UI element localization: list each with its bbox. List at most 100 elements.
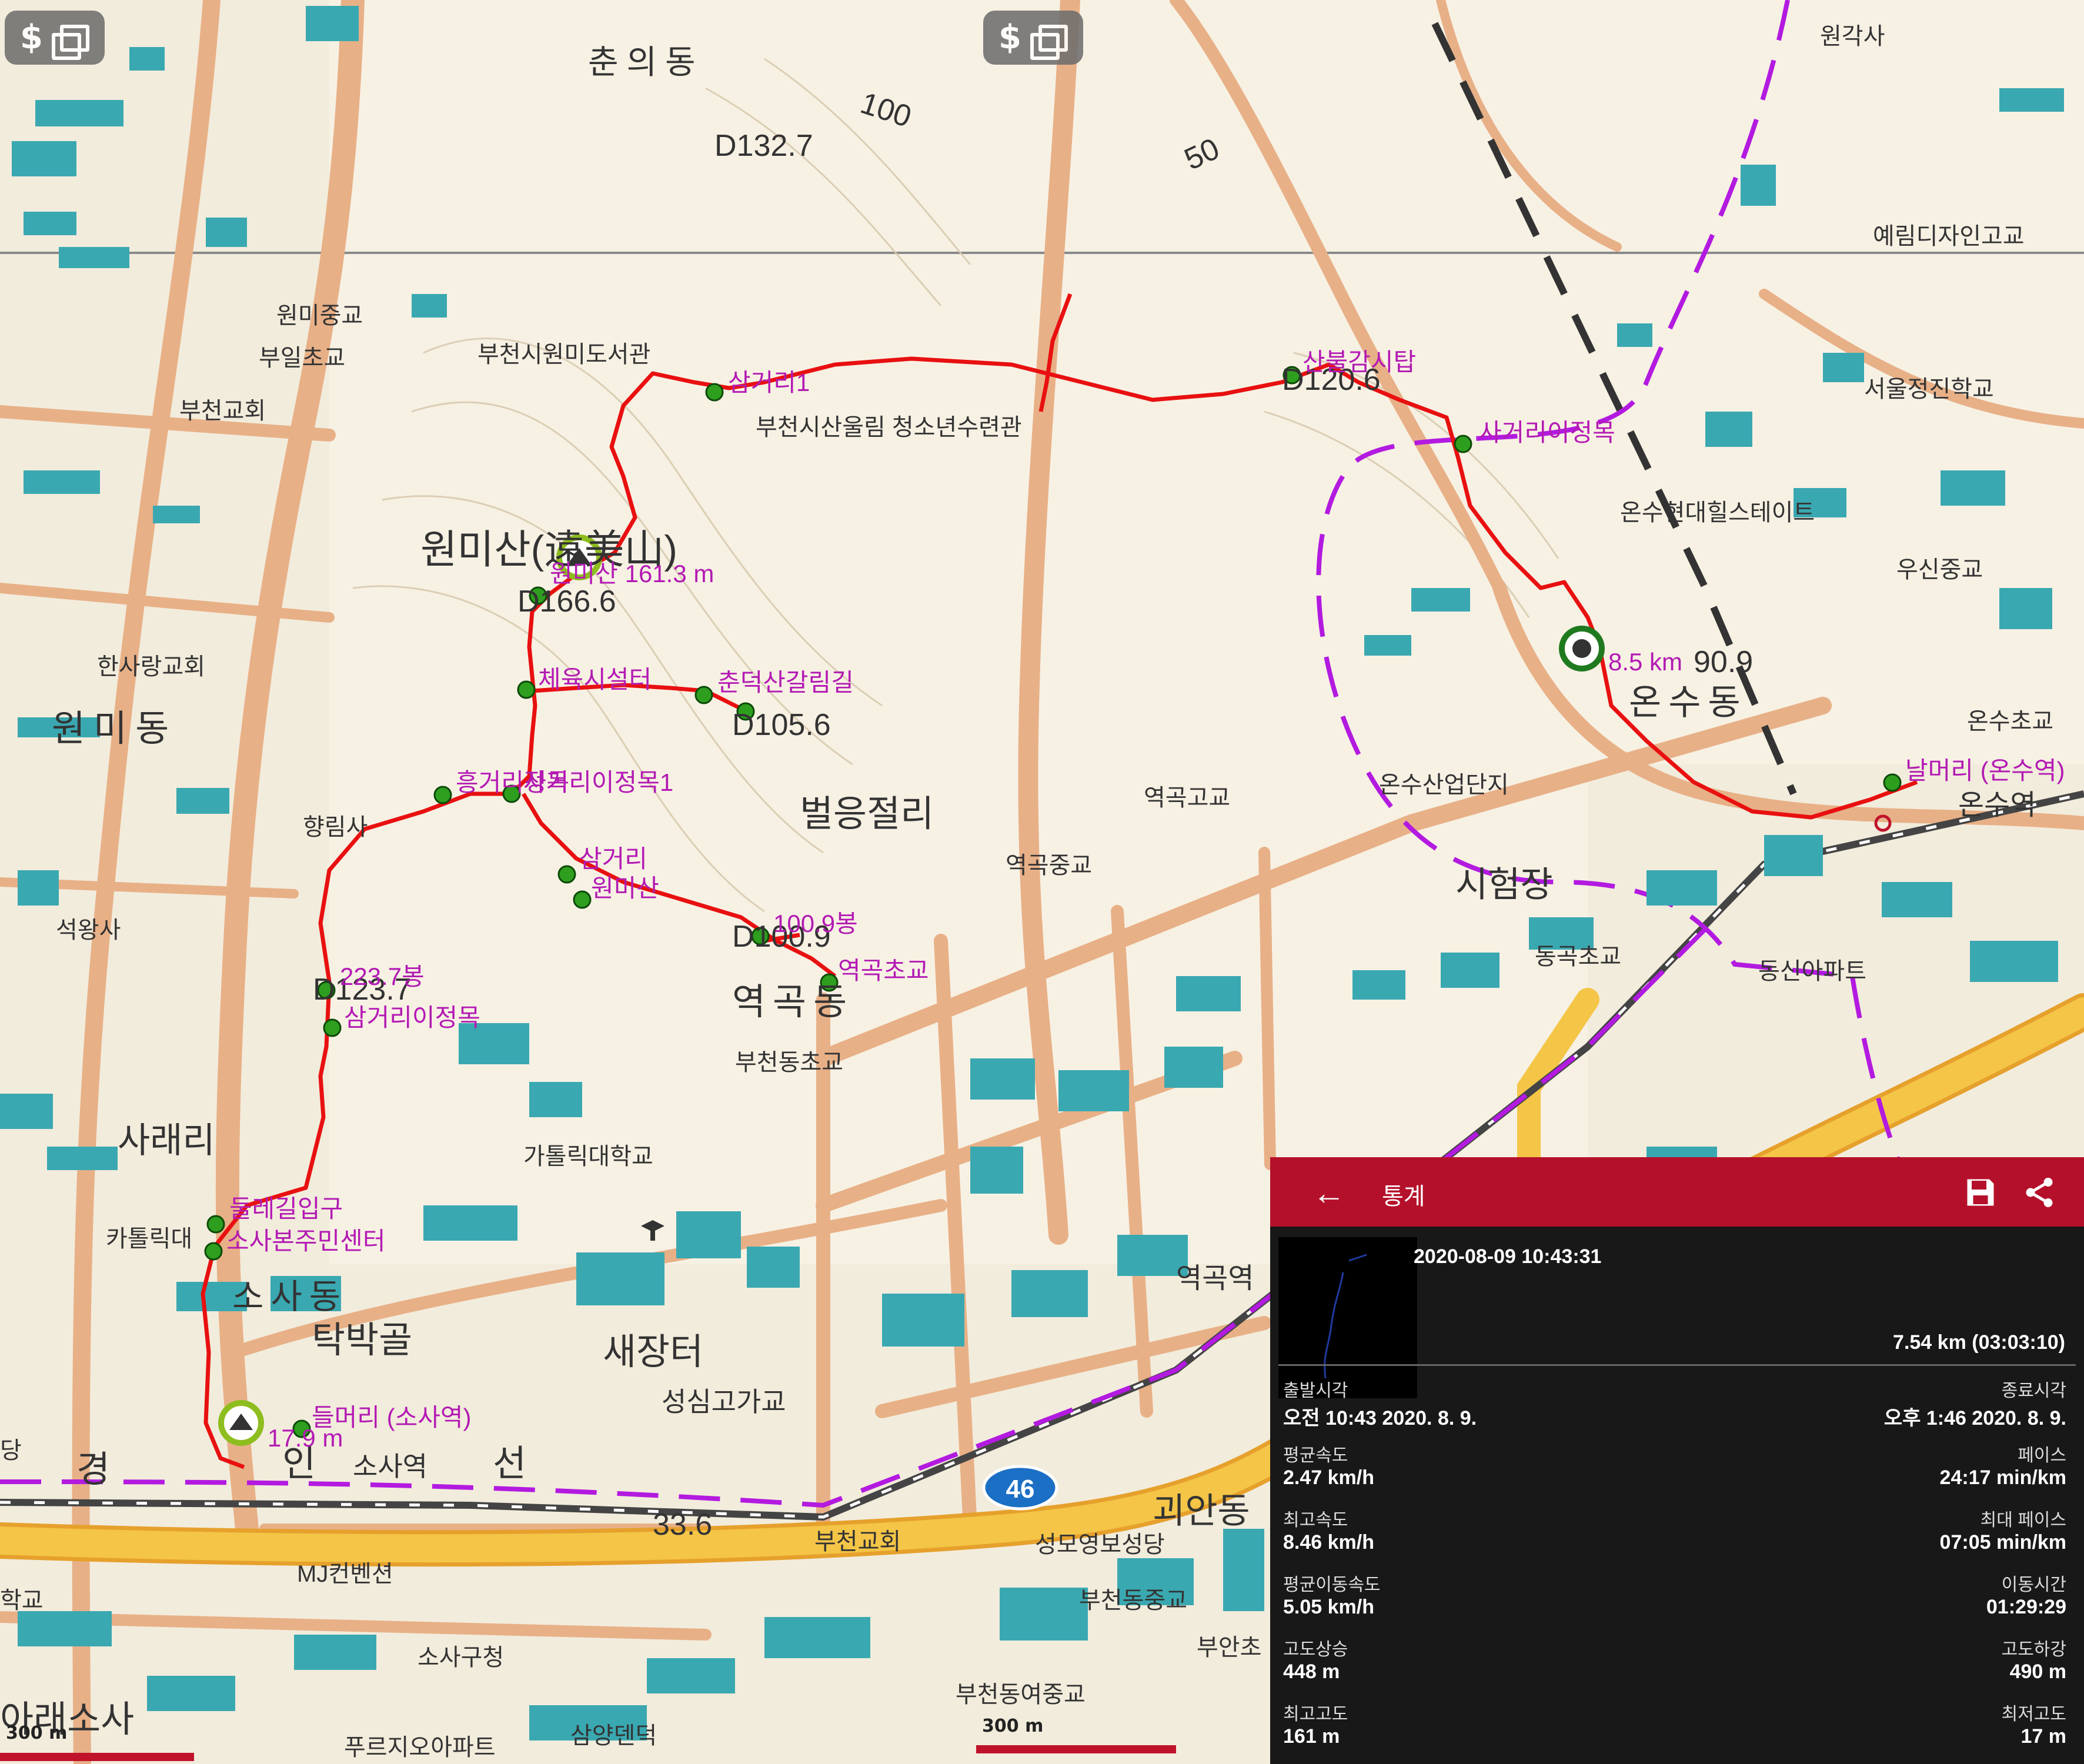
place-label: 괴안동 bbox=[1153, 1491, 1250, 1531]
stats-row: 최고고도 161 m 최저고도 17 m bbox=[1278, 1699, 2066, 1764]
stat-value: 17 m bbox=[2020, 1725, 2067, 1748]
stat-label: 고도상승 bbox=[1283, 1640, 1348, 1659]
place-label: 경 bbox=[76, 1449, 110, 1490]
stat-label: 이동시간 bbox=[2001, 1575, 2066, 1595]
stats-datetime: 2020-08-09 10:43:31 bbox=[1414, 1245, 1602, 1268]
divider bbox=[1278, 1364, 2076, 1366]
stat-value: 448 m bbox=[1283, 1661, 1340, 1683]
layers-icon-back bbox=[1038, 25, 1068, 52]
waypoint-label[interactable]: 날머리 (온수역) bbox=[1905, 757, 2065, 784]
stat-value: 07:05 min/km bbox=[1939, 1531, 2066, 1553]
waypoint-label[interactable]: 역곡초교 bbox=[838, 957, 929, 984]
waypoint-label[interactable]: 체육시설터 bbox=[538, 666, 652, 693]
poi-label: 학교 bbox=[0, 1588, 44, 1613]
stat-label: 출발시각 bbox=[1283, 1381, 1348, 1401]
stat-label: 고도하강 bbox=[2001, 1640, 2066, 1659]
poi-label: 동곡초교 bbox=[1535, 944, 1621, 970]
stat-label: 최고속도 bbox=[1283, 1511, 1348, 1530]
place-label: 새장터 bbox=[603, 1332, 703, 1372]
poi-label: 성심고가교 bbox=[662, 1387, 786, 1417]
stat-label: 최저고도 bbox=[2001, 1705, 2066, 1724]
poi-label: 온수역 bbox=[1958, 790, 2036, 821]
elevation-label: 90.9 bbox=[1694, 645, 1753, 679]
poi-label: 우신중교 bbox=[1896, 557, 1983, 583]
waypoint-label[interactable]: 둘레길입구 bbox=[229, 1195, 343, 1222]
waypoint-label[interactable]: 원미산 161.3 m bbox=[550, 560, 714, 587]
poi-label: 카톨릭대 bbox=[106, 1226, 192, 1252]
stat-value: 01:29:29 bbox=[1986, 1596, 2066, 1618]
stat-value: 5.05 km/h bbox=[1283, 1596, 1374, 1618]
waypoint-label[interactable]: 삼거리이정목 bbox=[344, 1004, 480, 1031]
poi-label: 온수현대힐스테이트 bbox=[1620, 500, 1815, 526]
place-label: 선 bbox=[493, 1444, 526, 1484]
waypoint-label[interactable]: 8.5 km bbox=[1608, 648, 1682, 676]
poi-label: 향림사 bbox=[303, 814, 368, 840]
waypoint-label[interactable]: 삼거리 bbox=[579, 845, 647, 873]
poi-label: 원미중교 bbox=[276, 303, 363, 329]
share-icon[interactable] bbox=[2022, 1175, 2057, 1210]
save-icon[interactable] bbox=[1963, 1175, 1998, 1210]
stat-label: 페이스 bbox=[2018, 1446, 2066, 1465]
place-label: 역곡동 bbox=[732, 982, 854, 1023]
waypoint-label[interactable]: 223.7봉 bbox=[340, 963, 425, 990]
elevation-label: D105.6 bbox=[732, 708, 831, 742]
poi-label: 원각사 bbox=[1820, 24, 1885, 49]
stat-value: 8.46 km/h bbox=[1283, 1531, 1374, 1553]
stat-label: 종료시각 bbox=[2001, 1381, 2066, 1401]
scale-label: 300 m bbox=[6, 1723, 68, 1743]
place-label: 벌응절리 bbox=[800, 794, 934, 834]
poi-label: 성모영보성당 bbox=[1035, 1532, 1165, 1558]
elevation-label: D132.7 bbox=[714, 129, 813, 163]
waypoint-label[interactable]: 사거리이정목 bbox=[1479, 419, 1615, 446]
stat-value: 오전 10:43 2020. 8. 9. bbox=[1283, 1407, 1477, 1429]
waypoint-label[interactable]: 100.9봉 bbox=[773, 910, 858, 937]
road-shield: 46 bbox=[982, 1465, 1058, 1511]
stat-label: 최고고도 bbox=[1283, 1705, 1348, 1724]
poi-label: 푸르지오아파트 bbox=[344, 1735, 496, 1760]
poi-label: 부안초 bbox=[1197, 1635, 1261, 1661]
poi-label: 소사구청 bbox=[418, 1645, 504, 1671]
poi-label: 역곡역 bbox=[1176, 1263, 1254, 1294]
back-arrow-icon[interactable]: ← bbox=[1312, 1174, 1345, 1212]
poi-label: 부천동초교 bbox=[735, 1050, 843, 1075]
svg-text:46: 46 bbox=[1006, 1475, 1035, 1504]
contour-label: 33.6 bbox=[653, 1508, 712, 1542]
poi-label: 한사랑교회 bbox=[97, 654, 205, 680]
place-label: 시험장 bbox=[1455, 865, 1553, 904]
waypoint-label[interactable]: 사거리이정목1 bbox=[523, 769, 673, 796]
stats-row: 최고속도 8.46 km/h 최대 페이스 07:05 min/km bbox=[1278, 1505, 2066, 1570]
place-label: 탁박골 bbox=[312, 1320, 412, 1361]
poi-label: 당 bbox=[0, 1438, 22, 1464]
waypoint-label[interactable]: 산불감시탑 bbox=[1302, 348, 1416, 376]
waypoint-label[interactable]: 춘덕산갈림길 bbox=[717, 669, 854, 696]
stats-row: 평균속도 2.47 km/h 페이스 24:17 min/km bbox=[1278, 1441, 2066, 1505]
poi-label: 부천교회 bbox=[179, 398, 266, 424]
stats-distance: 7.54 km (03:03:10) bbox=[1893, 1331, 2065, 1354]
waypoint-label[interactable]: 소사본주민센터 bbox=[226, 1227, 385, 1255]
stat-value: 오후 1:46 2020. 8. 9. bbox=[1883, 1407, 2066, 1429]
stats-row: 평균이동속도 5.05 km/h 이동시간 01:29:29 bbox=[1278, 1570, 2066, 1635]
stat-value: 490 m bbox=[2009, 1661, 2066, 1683]
stat-label: 평균이동속도 bbox=[1283, 1575, 1381, 1595]
poi-label: 부천동중교 bbox=[1079, 1588, 1187, 1613]
stats-panel: ← 통계 2020-08-09 10:43:31 7.54 km (03:03:… bbox=[1270, 1157, 2084, 1764]
layers-button[interactable]: $ bbox=[5, 11, 105, 65]
poi-label: 부천동여중교 bbox=[956, 1682, 1086, 1708]
poi-label: 온수초교 bbox=[1967, 709, 2053, 734]
waypoint-label[interactable]: 17.9 m bbox=[268, 1424, 343, 1452]
poi-label: 서울정진학교 bbox=[1864, 376, 1994, 402]
poi-label: 부천시산울림 청소년수련관 bbox=[756, 415, 1022, 440]
layers-button-2[interactable]: $ bbox=[983, 11, 1083, 65]
track-thumbnail bbox=[1278, 1237, 1417, 1398]
poi-label: 예림디자인고교 bbox=[1873, 223, 2025, 249]
waypoint-label[interactable]: 삼거리1 bbox=[728, 369, 810, 396]
poi-label: 역곡중교 bbox=[1006, 853, 1092, 878]
poi-label: 소사역 bbox=[353, 1451, 428, 1482]
elevation-label: D166.6 bbox=[517, 584, 616, 619]
place-label: 춘의동 bbox=[588, 44, 704, 81]
stat-value: 24:17 min/km bbox=[1939, 1466, 2066, 1489]
waypoint-label[interactable]: 원미산 bbox=[591, 874, 659, 902]
stat-value: 161 m bbox=[1283, 1725, 1340, 1748]
poi-label: 부일초교 bbox=[259, 345, 345, 371]
poi-label: MJ컨벤션 bbox=[297, 1561, 393, 1587]
